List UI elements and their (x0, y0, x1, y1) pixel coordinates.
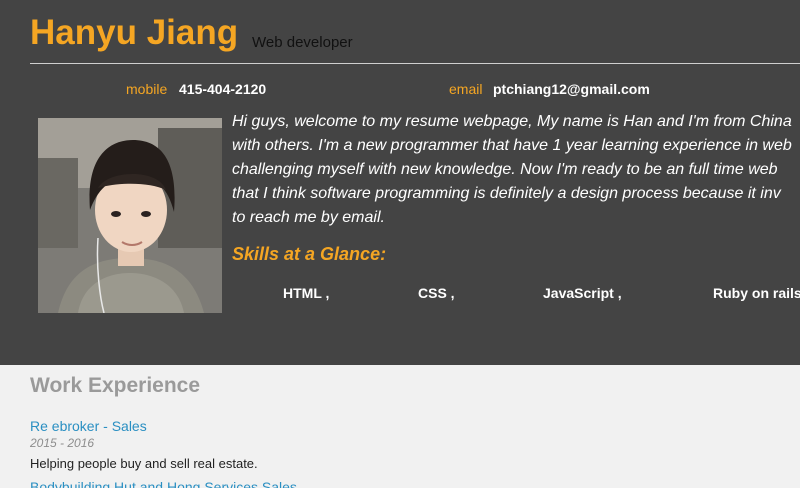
header-section: Hanyu Jiang Web developer mobile 415-404… (0, 0, 800, 365)
mobile-label: mobile (126, 81, 168, 97)
profile-photo (38, 118, 222, 313)
header-divider (30, 63, 800, 64)
bio-line: that I think software programming is def… (232, 185, 781, 202)
work-experience-heading: Work Experience (30, 374, 201, 397)
job-title-link[interactable]: Re ebroker - Sales (30, 418, 147, 434)
skill-css: CSS , (418, 285, 455, 301)
email-address[interactable]: ptchiang12@gmail.com (493, 81, 650, 97)
job-dates: 2015 - 2016 (30, 436, 95, 450)
skill-html: HTML , (283, 285, 330, 301)
bio-line: to reach me by email. (232, 209, 385, 226)
mobile-number: 415-404-2120 (179, 81, 267, 97)
page-title: Hanyu Jiang (30, 13, 239, 52)
job-title-link[interactable]: Bodybuilding Hut and Hong Services Sales (30, 479, 297, 488)
job-description: Helping people buy and sell real estate. (30, 456, 258, 471)
bio-line: with others. I'm a new programmer that h… (232, 137, 792, 154)
bio-line: challenging myself with new knowledge. N… (232, 161, 778, 178)
profile-photo-image (38, 118, 222, 313)
job-role: Web developer (252, 34, 353, 51)
skill-javascript: JavaScript , (543, 285, 622, 301)
email-label: email (449, 81, 483, 97)
skills-heading: Skills at a Glance: (232, 244, 387, 264)
skill-ruby-on-rails: Ruby on rails (713, 285, 800, 301)
bio-text: Hi guys, welcome to my resume webpage, M… (232, 110, 800, 230)
bio-line: Hi guys, welcome to my resume webpage, M… (232, 113, 792, 130)
